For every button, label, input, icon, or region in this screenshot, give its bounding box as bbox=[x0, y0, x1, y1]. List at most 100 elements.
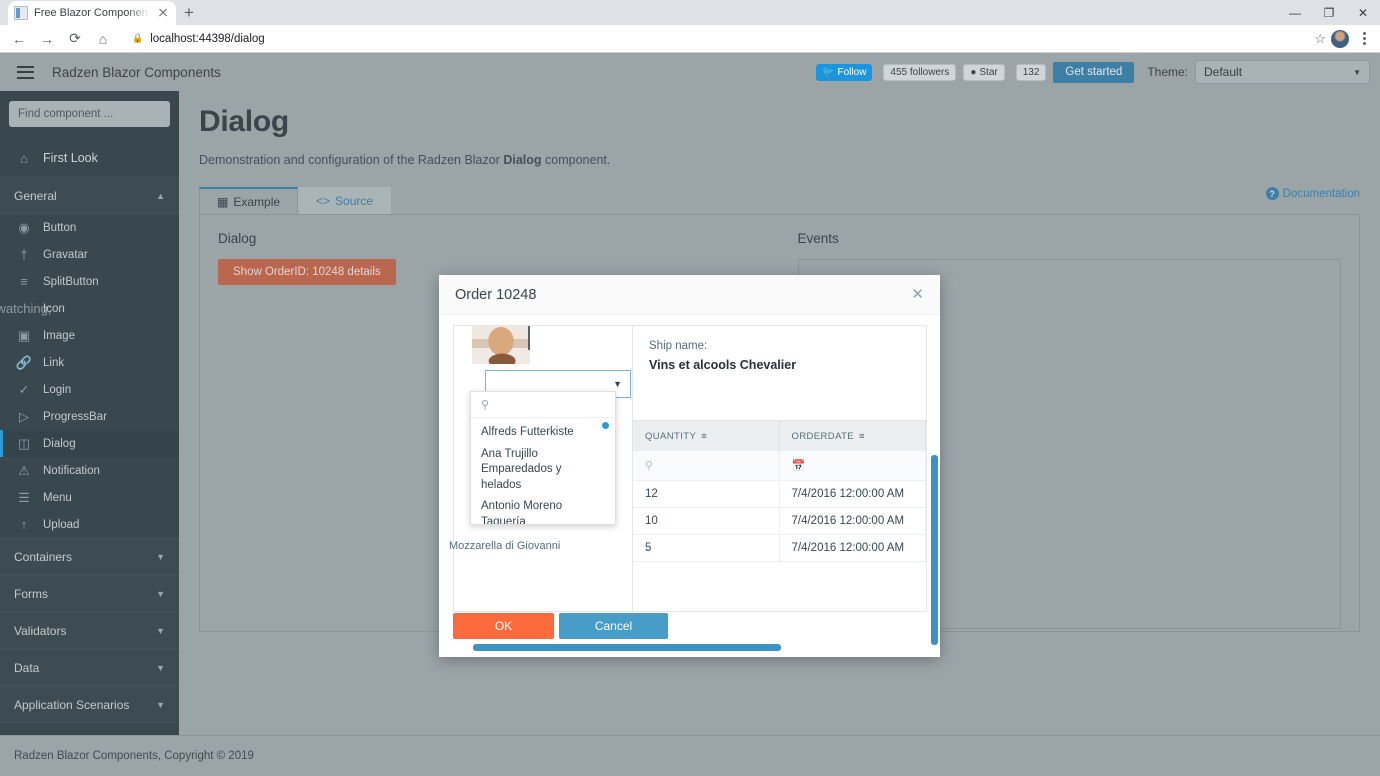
dialog-vertical-scrollbar[interactable] bbox=[931, 455, 938, 645]
sidebar-item-label: SplitButton bbox=[43, 275, 99, 288]
copyright-text: Radzen Blazor Components, Copyright © 20… bbox=[14, 750, 254, 762]
dialog-body: ▼ Ship name: Vins et alcools Chevalier Q… bbox=[439, 315, 940, 657]
browser-menu-icon[interactable] bbox=[1354, 32, 1374, 45]
sidebar-item-gravatar[interactable]: † Gravatar bbox=[0, 241, 179, 268]
sidebar-group-forms[interactable]: Forms ▼ bbox=[0, 575, 179, 612]
get-started-button[interactable]: Get started bbox=[1053, 61, 1135, 83]
sidebar-group-validators[interactable]: Validators ▼ bbox=[0, 612, 179, 649]
dialog-title: Order 10248 bbox=[455, 286, 537, 303]
browser-toolbar: ← → ⟳ ⌂ 🔒 localhost:44398/dialog ☆ bbox=[0, 25, 1380, 53]
documentation-label: Documentation bbox=[1282, 187, 1360, 200]
chevron-down-icon: ▼ bbox=[156, 588, 165, 599]
forward-icon[interactable]: → bbox=[34, 27, 60, 51]
home-icon[interactable]: ⌂ bbox=[90, 27, 116, 51]
tab-title: Free Blazor Components | 40+ co bbox=[34, 7, 150, 19]
twitter-follow-button[interactable]: 🐦 Follow bbox=[816, 63, 873, 81]
table-row[interactable]: 5 7/4/2016 12:00:00 AM bbox=[633, 535, 926, 562]
dialog-icon: ◫ bbox=[17, 435, 31, 451]
table-row[interactable]: 12 7/4/2016 12:00:00 AM bbox=[633, 481, 926, 508]
sidebar-item-icon[interactable]: watching; Icon bbox=[0, 295, 179, 322]
app-header: Radzen Blazor Components 🐦 Follow 455 fo… bbox=[0, 53, 1380, 91]
github-star-button[interactable]: ● Star bbox=[963, 63, 1005, 81]
sidebar-item-link[interactable]: 🔗 Link bbox=[0, 349, 179, 376]
dialog-header: Order 10248 ✕ bbox=[439, 275, 940, 315]
order-details-grid-wrap: Ship name: Vins et alcools Chevalier QUA… bbox=[632, 326, 926, 611]
sidebar-group-label: Application Scenarios bbox=[14, 697, 130, 712]
dropdown-option[interactable]: Alfreds Futterkiste bbox=[471, 422, 615, 444]
show-order-details-button[interactable]: Show OrderID: 10248 details bbox=[218, 259, 396, 285]
dropdown-search-input[interactable]: ⚲ bbox=[471, 392, 615, 418]
maximize-button[interactable]: ❐ bbox=[1312, 0, 1346, 25]
sidebar-item-upload[interactable]: ↑ Upload bbox=[0, 511, 179, 538]
dialog-column-title: Dialog bbox=[218, 231, 257, 246]
sidebar-group-application-scenarios[interactable]: Application Scenarios ▼ bbox=[0, 686, 179, 723]
sidebar-item-label: Gravatar bbox=[43, 248, 88, 261]
home-icon: ⌂ bbox=[20, 150, 28, 166]
sidebar-group-general[interactable]: General ▲ bbox=[0, 177, 179, 214]
sidebar-group-data[interactable]: Data ▼ bbox=[0, 649, 179, 686]
dropdown-option[interactable]: Antonio Moreno Taquería bbox=[471, 496, 615, 524]
app-title: Radzen Blazor Components bbox=[52, 64, 221, 80]
tag-icon: ▷ bbox=[19, 408, 29, 424]
documentation-link[interactable]: ? Documentation bbox=[1265, 187, 1360, 200]
accessibility-icon: † bbox=[20, 247, 28, 262]
search-placeholder: Find component ... bbox=[18, 108, 114, 120]
search-input[interactable]: Find component ... bbox=[9, 101, 170, 127]
page-footer: Radzen Blazor Components, Copyright © 20… bbox=[0, 735, 1380, 776]
column-header-orderdate[interactable]: ORDERDATE ≡ bbox=[779, 421, 926, 451]
sidebar-item-button[interactable]: ◉ Button bbox=[0, 214, 179, 241]
page-title: Dialog bbox=[199, 105, 289, 138]
followers-count[interactable]: 455 followers bbox=[883, 63, 957, 81]
tab-example[interactable]: ▦ Example bbox=[199, 187, 299, 214]
minimize-button[interactable]: — bbox=[1278, 0, 1312, 25]
github-stars-count[interactable]: 132 bbox=[1015, 63, 1047, 81]
browser-window: Free Blazor Components | 40+ co + — ❐ ✕ … bbox=[0, 0, 1380, 776]
sidebar-item-notification[interactable]: ⚠ Notification bbox=[0, 457, 179, 484]
table-row[interactable]: 10 7/4/2016 12:00:00 AM bbox=[633, 508, 926, 535]
sidebar-item-dialog[interactable]: ◫ Dialog bbox=[0, 430, 179, 457]
sidebar-item-image[interactable]: ▣ Image bbox=[0, 322, 179, 349]
filter-input-orderdate[interactable]: 📅 bbox=[779, 451, 926, 481]
column-header-quantity[interactable]: QUANTITY ≡ bbox=[633, 421, 780, 451]
sidebar-item-label: Upload bbox=[43, 518, 80, 531]
close-window-button[interactable]: ✕ bbox=[1346, 0, 1380, 25]
close-icon[interactable]: ✕ bbox=[911, 287, 924, 302]
cancel-button[interactable]: Cancel bbox=[559, 613, 668, 639]
sidebar-group-containers[interactable]: Containers ▼ bbox=[0, 538, 179, 575]
sidebar-item-label: Image bbox=[43, 329, 75, 342]
tab-source[interactable]: <> Source bbox=[298, 187, 392, 214]
menu-toggle-icon[interactable] bbox=[6, 53, 44, 91]
sidebar-group-label: Validators bbox=[14, 623, 67, 638]
close-tab-icon[interactable] bbox=[156, 6, 170, 20]
cell-quantity: 12 bbox=[633, 481, 780, 508]
lock-icon: 🔒 bbox=[132, 33, 144, 43]
filter-input-quantity[interactable]: ⚲ bbox=[633, 451, 780, 481]
sidebar: Find component ... ⌂ First Look General … bbox=[0, 91, 179, 776]
ok-button[interactable]: OK bbox=[453, 613, 554, 639]
grid-icon: ▦ bbox=[217, 194, 229, 209]
theme-value: Default bbox=[1204, 65, 1243, 79]
avatar[interactable] bbox=[1331, 29, 1349, 48]
theme-select[interactable]: Default ▼ bbox=[1195, 60, 1370, 84]
dropdown-option[interactable]: Ana Trujillo Emparedados y helados bbox=[471, 444, 615, 497]
twitter-follow-label: Follow bbox=[837, 66, 867, 78]
sidebar-item-login[interactable]: ✓ Login bbox=[0, 376, 179, 403]
sidebar-item-first-look[interactable]: ⌂ First Look bbox=[0, 139, 179, 177]
address-bar[interactable]: 🔒 localhost:44398/dialog bbox=[124, 27, 1307, 50]
page-subtitle: Demonstration and configuration of the R… bbox=[199, 153, 1360, 167]
horizontal-scrollbar[interactable] bbox=[473, 644, 781, 651]
question-icon: ? bbox=[1265, 187, 1279, 200]
back-icon[interactable]: ← bbox=[6, 27, 32, 51]
events-column-title: Events bbox=[797, 231, 839, 246]
sidebar-item-splitbutton[interactable]: ≡ SplitButton bbox=[0, 268, 179, 295]
sidebar-item-progressbar[interactable]: ▷ ProgressBar bbox=[0, 403, 179, 430]
order-details-grid: QUANTITY ≡ ORDERDATE ≡ ⚲ 📅 12 7/4/2016 1… bbox=[633, 420, 926, 562]
chevron-up-icon: ▲ bbox=[156, 190, 165, 201]
cell-quantity: 10 bbox=[633, 508, 780, 535]
sidebar-item-label: ProgressBar bbox=[43, 410, 107, 423]
browser-tab[interactable]: Free Blazor Components | 40+ co bbox=[8, 1, 176, 25]
reload-icon[interactable]: ⟳ bbox=[62, 27, 88, 51]
bookmark-star-icon[interactable]: ☆ bbox=[1314, 31, 1326, 47]
new-tab-button[interactable]: + bbox=[176, 1, 202, 25]
sidebar-item-menu[interactable]: ☰ Menu bbox=[0, 484, 179, 511]
